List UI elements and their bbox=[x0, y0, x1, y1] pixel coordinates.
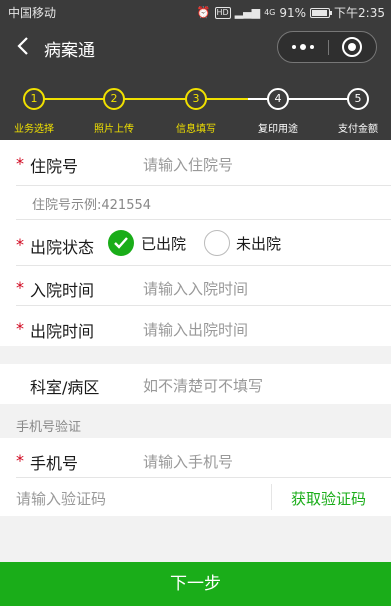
discharge-time-label: 出院时间 bbox=[30, 322, 95, 341]
required-mark: * bbox=[16, 154, 24, 173]
hospital-no-hint-row: 住院号示例:421554 bbox=[0, 186, 391, 220]
battery-level bbox=[312, 9, 328, 16]
code-row: 请输入验证码 获取验证码 bbox=[0, 478, 391, 516]
status-icons: ⏰ HD ▂▄▆ 4G 91% 下午2:35 bbox=[197, 4, 385, 21]
radio-discharged-label[interactable]: 已出院 bbox=[141, 233, 186, 254]
hd-badge: HD bbox=[214, 6, 231, 19]
discharge-status-label: 出院状态 bbox=[30, 238, 95, 257]
radio-not-discharged[interactable] bbox=[204, 230, 230, 256]
hospital-no-row: * 住院号 请输入住院号 bbox=[0, 140, 391, 186]
required-mark: * bbox=[16, 235, 24, 254]
admission-time-row: * 入院时间 请输入入院时间 bbox=[0, 266, 391, 306]
next-step-button[interactable]: 下一步 bbox=[0, 562, 391, 606]
admission-time-input[interactable]: 请输入入院时间 bbox=[143, 278, 248, 299]
alarm-icon: ⏰ bbox=[196, 6, 211, 19]
discharge-status-row: * 出院状态 已出院 未出院 bbox=[0, 220, 391, 266]
mini-program-capsule bbox=[277, 31, 377, 63]
required-mark: * bbox=[16, 319, 24, 338]
progress-steps: 1 业务选择 2 照片上传 3 信息填写 4 复印用途 5 支付金额 bbox=[0, 76, 391, 136]
signal-icon: ▂▄▆ bbox=[234, 6, 261, 19]
phone-input[interactable]: 请输入手机号 bbox=[143, 451, 233, 472]
admission-time-label: 入院时间 bbox=[30, 281, 95, 300]
close-mini-program-icon[interactable] bbox=[342, 37, 362, 57]
progress-step-5: 5 支付金额 bbox=[318, 88, 391, 135]
step-number: 2 bbox=[103, 88, 125, 110]
step-number: 5 bbox=[347, 88, 369, 110]
progress-step-2: 2 照片上传 bbox=[74, 88, 154, 135]
progress-step-3: 3 信息填写 bbox=[156, 88, 236, 135]
checkmark-icon bbox=[114, 237, 128, 249]
phone-row: * 手机号 请输入手机号 bbox=[0, 438, 391, 478]
step-number: 1 bbox=[23, 88, 45, 110]
page-title: 病案通 bbox=[44, 41, 95, 61]
progress-step-1: 1 业务选择 bbox=[0, 88, 74, 135]
required-mark: * bbox=[16, 278, 24, 297]
network-label: 4G bbox=[264, 8, 276, 17]
capsule-divider bbox=[328, 40, 329, 55]
step-label: 照片上传 bbox=[94, 124, 134, 135]
discharge-time-row: * 出院时间 请输入出院时间 bbox=[0, 306, 391, 346]
department-label: 科室/病区 bbox=[30, 378, 100, 397]
step-label: 信息填写 bbox=[176, 124, 216, 135]
hospital-no-input[interactable]: 请输入住院号 bbox=[143, 154, 233, 175]
more-options-icon[interactable] bbox=[278, 32, 328, 62]
get-code-button[interactable]: 获取验证码 bbox=[291, 488, 366, 509]
hospital-no-label: 住院号 bbox=[30, 157, 79, 176]
step-number: 4 bbox=[267, 88, 289, 110]
step-label: 支付金额 bbox=[338, 124, 378, 135]
step-label: 复印用途 bbox=[258, 124, 298, 135]
required-mark: * bbox=[16, 451, 24, 470]
discharge-time-input[interactable]: 请输入出院时间 bbox=[143, 319, 248, 340]
department-input[interactable]: 如不清楚可不填写 bbox=[143, 375, 263, 396]
code-divider bbox=[271, 484, 272, 510]
carrier-label: 中国移动 bbox=[8, 6, 57, 20]
nav-bar: 病案通 bbox=[0, 24, 391, 68]
phone-label: 手机号 bbox=[30, 454, 79, 473]
step-label: 业务选择 bbox=[14, 124, 54, 135]
clock: 下午2:35 bbox=[334, 6, 385, 20]
radio-discharged[interactable] bbox=[108, 230, 134, 256]
verification-code-input[interactable]: 请输入验证码 bbox=[16, 488, 106, 509]
radio-not-discharged-label[interactable]: 未出院 bbox=[236, 233, 281, 254]
step-number: 3 bbox=[185, 88, 207, 110]
department-row: 科室/病区 如不清楚可不填写 bbox=[0, 364, 391, 404]
battery-icon bbox=[310, 7, 333, 18]
back-arrow-icon[interactable] bbox=[12, 34, 36, 58]
battery-percent: 91% bbox=[279, 5, 307, 20]
hospital-no-hint: 住院号示例:421554 bbox=[32, 198, 152, 213]
header: 中国移动 ⏰ HD ▂▄▆ 4G 91% 下午2:35 病案通 1 业务选择 2 照片… bbox=[0, 0, 391, 140]
phone-section-title: 手机号验证 bbox=[16, 420, 82, 435]
progress-step-4: 4 复印用途 bbox=[238, 88, 318, 135]
status-bar: 中国移动 ⏰ HD ▂▄▆ 4G 91% 下午2:35 bbox=[0, 0, 391, 24]
